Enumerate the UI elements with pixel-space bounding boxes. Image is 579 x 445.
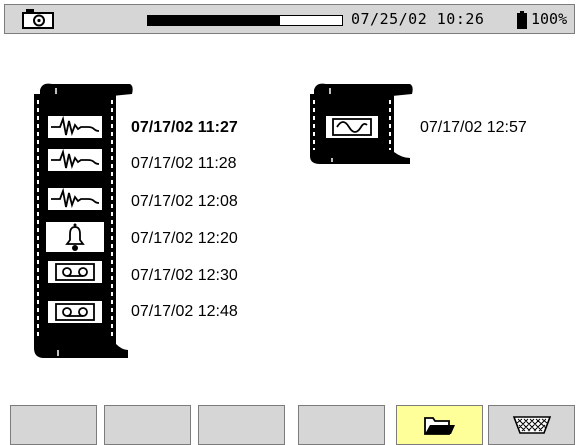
recording-item-label[interactable]: 07/17/02 12:08 xyxy=(131,193,238,211)
memory-progress-fill xyxy=(148,16,280,25)
recording-item-label[interactable]: 07/17/02 12:20 xyxy=(131,230,238,248)
transient-waveform-icon[interactable] xyxy=(46,186,104,212)
recording-item-label[interactable]: 07/17/02 12:30 xyxy=(131,267,238,285)
recording-cassette-icon[interactable] xyxy=(46,259,104,285)
function-key-3[interactable] xyxy=(198,405,285,445)
recording-item-label[interactable]: 07/17/02 11:28 xyxy=(131,155,237,173)
recording-item-label[interactable]: 07/17/02 12:48 xyxy=(131,303,238,321)
snapshot-item-label[interactable]: 07/17/02 12:57 xyxy=(420,119,527,137)
function-key-4[interactable] xyxy=(298,405,385,445)
date-time: 07/25/02 10:26 xyxy=(351,10,485,28)
battery-icon xyxy=(517,11,527,29)
memory-progress-bar xyxy=(147,15,343,26)
sine-wave-icon[interactable] xyxy=(324,114,380,140)
open-folder-icon xyxy=(423,417,455,435)
camera-icon[interactable] xyxy=(21,8,55,30)
battery-level: 100% xyxy=(531,10,568,28)
delete-button[interactable] xyxy=(488,405,575,445)
open-folder-button[interactable] xyxy=(396,405,483,445)
function-key-2[interactable] xyxy=(104,405,191,445)
recording-cassette-icon[interactable] xyxy=(46,299,104,325)
function-key-1[interactable] xyxy=(10,405,97,445)
alarm-bell-icon[interactable] xyxy=(46,222,104,252)
transient-waveform-icon[interactable] xyxy=(46,114,104,140)
transient-waveform-icon[interactable] xyxy=(46,147,104,173)
recording-item-label[interactable]: 07/17/02 11:27 xyxy=(131,119,238,137)
recordings-film-strip xyxy=(28,82,138,360)
snapshot-film-strip xyxy=(306,82,416,166)
status-bar: 07/25/02 10:26 100% xyxy=(4,4,575,34)
trash-bin-icon xyxy=(512,416,551,434)
